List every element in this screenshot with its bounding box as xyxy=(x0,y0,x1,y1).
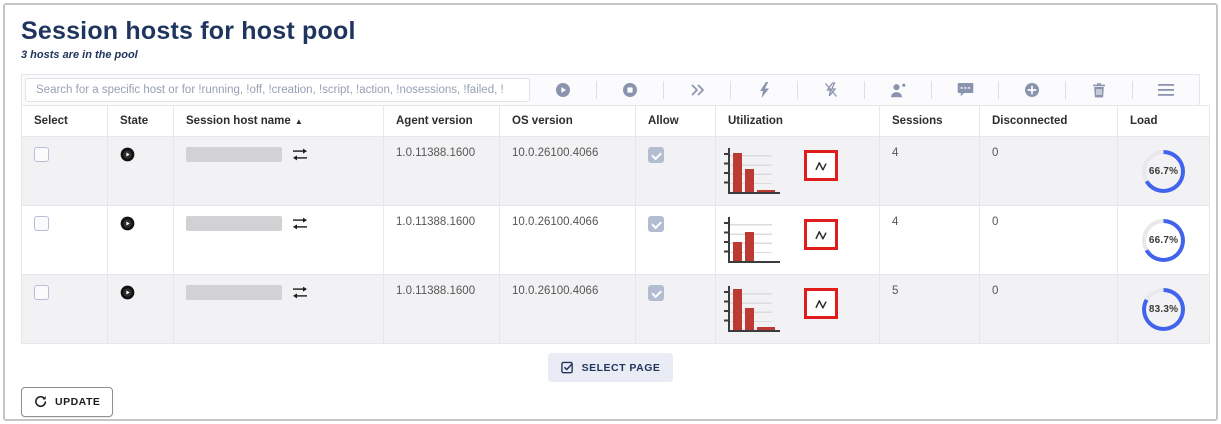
swap-arrows-icon xyxy=(292,217,308,230)
column-header-select[interactable]: Select xyxy=(22,106,108,137)
table-row: 1.0.11388.1600 10.0.26100.4066 5 0 83.3% xyxy=(22,275,1210,344)
session-hosts-table: Select State Session host name▲ Agent ve… xyxy=(21,105,1210,344)
load-ring-label: 66.7% xyxy=(1149,166,1178,177)
column-header-sessions[interactable]: Sessions xyxy=(880,106,980,137)
load-ring: 66.7% xyxy=(1142,219,1185,262)
toolbar xyxy=(21,74,1200,106)
select-page-button[interactable]: SELECT PAGE xyxy=(548,353,674,382)
swap-arrows-icon xyxy=(292,148,308,161)
message-icon[interactable] xyxy=(932,82,998,98)
table-header-row: Select State Session host name▲ Agent ve… xyxy=(22,106,1210,137)
agent-version-cell: 1.0.11388.1600 xyxy=(384,206,500,275)
column-header-agent-version[interactable]: Agent version xyxy=(384,106,500,137)
sessions-cell: 4 xyxy=(880,206,980,275)
disconnected-cell: 0 xyxy=(980,206,1118,275)
load-ring: 66.7% xyxy=(1142,150,1185,193)
menu-icon[interactable] xyxy=(1133,84,1199,96)
column-header-utilization[interactable]: Utilization xyxy=(716,106,880,137)
lightning-off-icon[interactable] xyxy=(798,82,864,98)
update-button[interactable]: UPDATE xyxy=(21,387,113,417)
os-version-cell: 10.0.26100.4066 xyxy=(500,275,636,344)
utilization-graph-button[interactable] xyxy=(804,150,838,181)
sessions-cell: 5 xyxy=(880,275,980,344)
allow-checkbox xyxy=(648,285,664,301)
host-name-redacted xyxy=(186,285,282,300)
start-host-icon[interactable] xyxy=(530,82,596,98)
state-running-icon xyxy=(120,147,135,162)
update-label: UPDATE xyxy=(55,396,100,408)
load-ring: 83.3% xyxy=(1142,288,1185,331)
sessions-cell: 4 xyxy=(880,137,980,206)
disconnected-cell: 0 xyxy=(980,137,1118,206)
utilization-bar-chart xyxy=(728,286,780,332)
utilization-bar-chart xyxy=(728,217,780,263)
toolbar-icons xyxy=(530,75,1199,105)
column-header-state[interactable]: State xyxy=(108,106,174,137)
search-input[interactable] xyxy=(25,78,530,102)
activity-icon xyxy=(814,229,829,241)
allow-checkbox xyxy=(648,147,664,163)
os-version-cell: 10.0.26100.4066 xyxy=(500,137,636,206)
sort-ascending-icon: ▲ xyxy=(295,117,303,126)
disconnected-cell: 0 xyxy=(980,275,1118,344)
column-header-allow[interactable]: Allow xyxy=(636,106,716,137)
agent-version-cell: 1.0.11388.1600 xyxy=(384,137,500,206)
activity-icon xyxy=(814,160,829,172)
column-header-load[interactable]: Load xyxy=(1118,106,1210,137)
column-header-os-version[interactable]: OS version xyxy=(500,106,636,137)
load-ring-label: 83.3% xyxy=(1149,304,1178,315)
utilization-graph-button[interactable] xyxy=(804,219,838,250)
select-checkbox[interactable] xyxy=(34,216,49,231)
host-name-redacted xyxy=(186,216,282,231)
allow-checkbox xyxy=(648,216,664,232)
activity-icon xyxy=(814,298,829,310)
column-header-disconnected[interactable]: Disconnected xyxy=(980,106,1118,137)
stop-host-icon[interactable] xyxy=(597,82,663,98)
host-name-redacted xyxy=(186,147,282,162)
table-row: 1.0.11388.1600 10.0.26100.4066 4 0 66.7% xyxy=(22,137,1210,206)
column-header-session-host-name[interactable]: Session host name▲ xyxy=(174,106,384,137)
agent-version-cell: 1.0.11388.1600 xyxy=(384,275,500,344)
delete-icon[interactable] xyxy=(1066,82,1132,98)
add-user-icon[interactable] xyxy=(865,82,931,98)
os-version-cell: 10.0.26100.4066 xyxy=(500,206,636,275)
utilization-bar-chart xyxy=(728,148,780,194)
lightning-on-icon[interactable] xyxy=(731,82,797,98)
page-subtitle: 3 hosts are in the pool xyxy=(21,49,1200,61)
table-row: 1.0.11388.1600 10.0.26100.4066 4 0 66.7% xyxy=(22,206,1210,275)
state-running-icon xyxy=(120,216,135,231)
app-frame: Session hosts for host pool 3 hosts are … xyxy=(3,3,1218,421)
checkbox-check-icon xyxy=(561,361,574,374)
double-chevron-right-icon[interactable] xyxy=(664,83,730,97)
select-checkbox[interactable] xyxy=(34,147,49,162)
select-checkbox[interactable] xyxy=(34,285,49,300)
load-ring-label: 66.7% xyxy=(1149,235,1178,246)
add-icon[interactable] xyxy=(999,82,1065,98)
swap-arrows-icon xyxy=(292,286,308,299)
state-running-icon xyxy=(120,285,135,300)
select-page-label: SELECT PAGE xyxy=(582,362,661,374)
utilization-graph-button[interactable] xyxy=(804,288,838,319)
refresh-icon xyxy=(34,395,47,409)
page-title: Session hosts for host pool xyxy=(21,17,1200,46)
